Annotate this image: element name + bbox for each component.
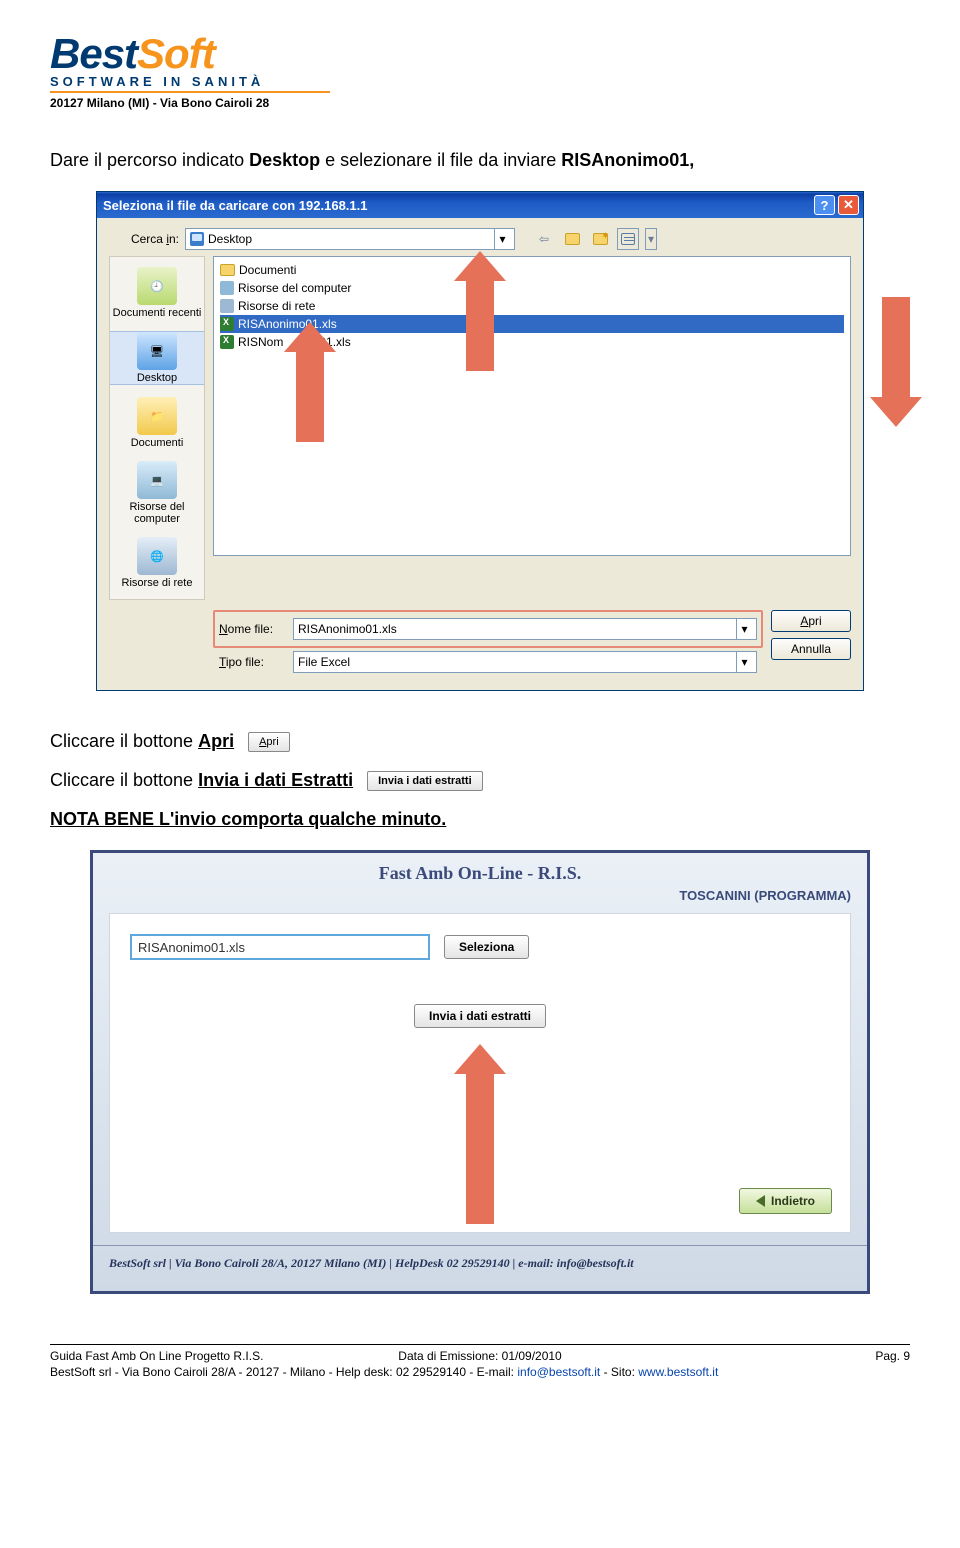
intro-mid: e selezionare il file da inviare xyxy=(320,150,561,170)
recent-docs-icon: 🕘 xyxy=(137,267,177,305)
webpanel-title: Fast Amb On-Line - R.I.S. xyxy=(93,863,867,884)
footer-left: Guida Fast Amb On Line Progetto R.I.S. xyxy=(50,1349,337,1363)
chevron-down-icon: ▾ xyxy=(736,652,752,672)
open-button[interactable]: Apri xyxy=(771,610,851,632)
webpanel-footer: BestSoft srl | Via Bono Cairoli 28/A, 20… xyxy=(93,1245,867,1271)
upload-filename-input[interactable]: RISAnonimo01.xls xyxy=(130,934,430,960)
footer-line2: BestSoft srl - Via Bono Cairoli 28/A - 2… xyxy=(50,1365,910,1379)
places-bar: 🕘 Documenti recenti 🖥 Desktop 📁 Document… xyxy=(109,256,205,600)
file-open-dialog: Seleziona il file da caricare con 192.16… xyxy=(96,191,864,691)
arrow-annotation-icon xyxy=(870,397,922,427)
page-footer: Guida Fast Amb On Line Progetto R.I.S. D… xyxy=(50,1344,910,1379)
close-button[interactable]: ✕ xyxy=(838,195,859,215)
invia-button-sample: Invia i dati estratti xyxy=(367,771,483,791)
intro-paragraph: Dare il percorso indicato Desktop e sele… xyxy=(50,150,910,171)
new-folder-icon[interactable]: ✶ xyxy=(589,228,611,250)
instruction-line-3: NOTA BENE L'invio comporta qualche minut… xyxy=(50,809,910,830)
excel-icon xyxy=(220,335,234,349)
back-icon[interactable]: ⇦ xyxy=(533,228,555,250)
arrow-annotation-icon xyxy=(284,322,336,442)
desktop-icon xyxy=(190,232,204,246)
filetype-combo[interactable]: File Excel ▾ xyxy=(293,651,757,673)
arrow-annotation-icon xyxy=(454,251,506,371)
network-icon xyxy=(220,299,234,313)
computer-icon: 💻 xyxy=(137,461,177,499)
views-dropdown-icon[interactable]: ▾ xyxy=(645,228,657,250)
select-file-button[interactable]: Seleziona xyxy=(444,935,529,959)
network-icon: 🌐 xyxy=(137,537,177,575)
back-button[interactable]: Indietro xyxy=(739,1188,832,1214)
dialog-titlebar: Seleziona il file da caricare con 192.16… xyxy=(97,192,863,218)
up-folder-icon[interactable] xyxy=(561,228,583,250)
logo-divider xyxy=(50,91,330,93)
place-computer[interactable]: 💻 Risorse del computer xyxy=(110,461,204,525)
intro-bold2: RISAnonimo01, xyxy=(561,150,694,170)
chevron-down-icon: ▾ xyxy=(736,619,752,639)
filetype-label: Tipo file: xyxy=(219,655,287,669)
place-desktop[interactable]: 🖥 Desktop xyxy=(110,331,204,385)
filename-input[interactable]: RISAnonimo01.xls ▾ xyxy=(293,618,757,640)
excel-icon xyxy=(220,317,234,331)
chevron-down-icon: ▾ xyxy=(494,229,510,249)
desktop-place-icon: 🖥 xyxy=(137,332,177,370)
intro-bold1: Desktop xyxy=(249,150,320,170)
footer-mid: Data di Emissione: 01/09/2010 xyxy=(337,1349,624,1363)
send-data-button[interactable]: Invia i dati estratti xyxy=(414,1004,546,1028)
dialog-title: Seleziona il file da caricare con 192.16… xyxy=(103,198,811,213)
lookin-combo[interactable]: Desktop ▾ xyxy=(185,228,515,250)
file-list[interactable]: Documenti Risorse del computer Risorse d… xyxy=(213,256,851,556)
place-recent[interactable]: 🕘 Documenti recenti xyxy=(110,267,204,319)
lookin-label: Cerca in: xyxy=(109,232,179,246)
cancel-button[interactable]: Annulla xyxy=(771,638,851,660)
views-icon[interactable] xyxy=(617,228,639,250)
footer-right: Pag. 9 xyxy=(623,1349,910,1363)
web-panel: Fast Amb On-Line - R.I.S. TOSCANINI (PRO… xyxy=(90,850,870,1294)
webpanel-user: TOSCANINI (PROGRAMMA) xyxy=(93,888,867,913)
logo-text-soft: Soft xyxy=(137,30,215,78)
list-item[interactable]: Risorse di rete xyxy=(220,297,844,315)
intro-prefix: Dare il percorso indicato xyxy=(50,150,249,170)
place-network[interactable]: 🌐 Risorse di rete xyxy=(110,537,204,589)
lookin-value: Desktop xyxy=(208,232,252,246)
logo-subtitle: SOFTWARE IN SANITÀ xyxy=(50,74,910,89)
folder-icon xyxy=(220,264,235,276)
filename-label: Nome file: xyxy=(219,622,287,636)
help-button[interactable]: ? xyxy=(814,195,835,215)
computer-icon xyxy=(220,281,234,295)
arrow-annotation-icon xyxy=(454,1044,506,1224)
logo-block: BestSoft SOFTWARE IN SANITÀ 20127 Milano… xyxy=(50,30,910,110)
arrow-annotation-icon xyxy=(882,297,910,397)
instruction-line-1: Cliccare il bottone Apri Apri xyxy=(50,731,910,752)
logo-address: 20127 Milano (MI) - Via Bono Cairoli 28 xyxy=(50,96,910,110)
list-item[interactable]: Risorse del computer xyxy=(220,279,844,297)
instruction-line-2: Cliccare il bottone Invia i dati Estratt… xyxy=(50,770,910,791)
documents-icon: 📁 xyxy=(137,397,177,435)
list-item[interactable]: Documenti xyxy=(220,261,844,279)
apri-button-sample: Apri xyxy=(248,732,290,752)
place-documents[interactable]: 📁 Documenti xyxy=(110,397,204,449)
back-arrow-icon xyxy=(756,1195,765,1207)
logo-text-best: Best xyxy=(50,30,137,78)
dialog-toolbar: ⇦ ✶ ▾ xyxy=(533,228,657,250)
